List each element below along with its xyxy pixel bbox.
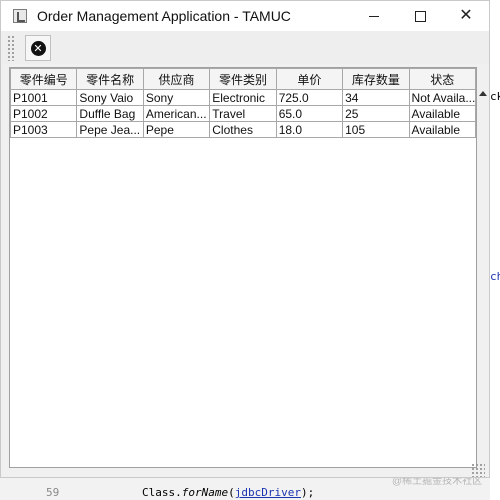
table-header-row: 零件编号 零件名称 供应商 零件类别 单价 库存数量 状态 [9,68,477,90]
scroll-up-arrow-icon[interactable] [479,91,487,96]
close-icon: ✕ [459,7,473,24]
toolbar: ✕ [1,31,489,64]
table-cell[interactable]: Duffle Bag [76,105,144,122]
column-header-stock[interactable]: 库存数量 [342,68,410,90]
table-cell[interactable]: P1002 [9,105,78,122]
column-header-unit-price[interactable]: 单价 [275,68,344,90]
table-row[interactable]: P1002 Duffle Bag American... Travel 65.0… [9,105,477,122]
parts-table-container: 零件编号 零件名称 供应商 零件类别 单价 库存数量 状态 P1001 Sony… [9,67,477,468]
table-cell[interactable]: American... [142,105,211,122]
resize-grip-icon[interactable] [471,463,485,477]
ide-right-edge: ck ch [490,0,500,500]
table-cell[interactable]: Travel [209,105,277,122]
close-button[interactable]: ✕ [443,1,489,31]
table-cell[interactable]: Available [408,105,477,122]
maximize-button[interactable] [397,1,443,31]
table-cell[interactable]: Sony Vaio [76,89,144,106]
table-cell[interactable]: 105 [342,121,410,138]
code-fragment: ch [490,270,500,283]
app-icon [13,9,27,23]
column-header-status[interactable]: 状态 [408,68,477,90]
cancel-circle-icon: ✕ [30,40,46,56]
title-bar[interactable]: Order Management Application - TAMUC ✕ [1,1,489,31]
minimize-button[interactable] [351,1,397,31]
table-cell[interactable]: P1001 [9,89,78,106]
column-header-supplier[interactable]: 供应商 [142,68,211,90]
maximize-icon [414,10,426,22]
column-header-part-id[interactable]: 零件编号 [9,68,78,90]
column-header-part-name[interactable]: 零件名称 [76,68,144,90]
table-cell[interactable]: Not Availa... [408,89,477,106]
table-row[interactable]: P1003 Pepe Jea... Pepe Clothes 18.0 105 … [9,121,477,138]
line-number: 59 [46,486,60,499]
table-row[interactable]: P1001 Sony Vaio Sony Electronic 725.0 34… [9,89,477,106]
table-cell[interactable]: Sony [142,89,211,106]
table-cell[interactable]: 18.0 [275,121,344,138]
code-text: Class.forName(jdbcDriver); [142,486,315,499]
table-cell[interactable]: Electronic [209,89,277,106]
vertical-scrollbar[interactable] [477,87,489,467]
table-cell[interactable]: Pepe Jea... [76,121,144,138]
cancel-button[interactable]: ✕ [25,35,51,61]
minimize-icon [369,15,379,17]
table-cell[interactable]: Pepe [142,121,211,138]
toolbar-grip-icon[interactable] [7,35,15,61]
table-cell[interactable]: 34 [342,89,410,106]
table-cell[interactable]: P1003 [9,121,78,138]
table-cell[interactable]: Clothes [209,121,277,138]
table-cell[interactable]: 25 [342,105,410,122]
table-cell[interactable]: 65.0 [275,105,344,122]
column-header-category[interactable]: 零件类别 [209,68,277,90]
table-cell[interactable]: Available [408,121,477,138]
window-title: Order Management Application - TAMUC [37,8,291,24]
parts-table: 零件编号 零件名称 供应商 零件类别 单价 库存数量 状态 P1001 Sony… [9,68,477,138]
table-cell[interactable]: 725.0 [275,89,344,106]
app-window: Order Management Application - TAMUC ✕ ✕… [0,0,490,478]
code-fragment: ck [490,90,500,103]
